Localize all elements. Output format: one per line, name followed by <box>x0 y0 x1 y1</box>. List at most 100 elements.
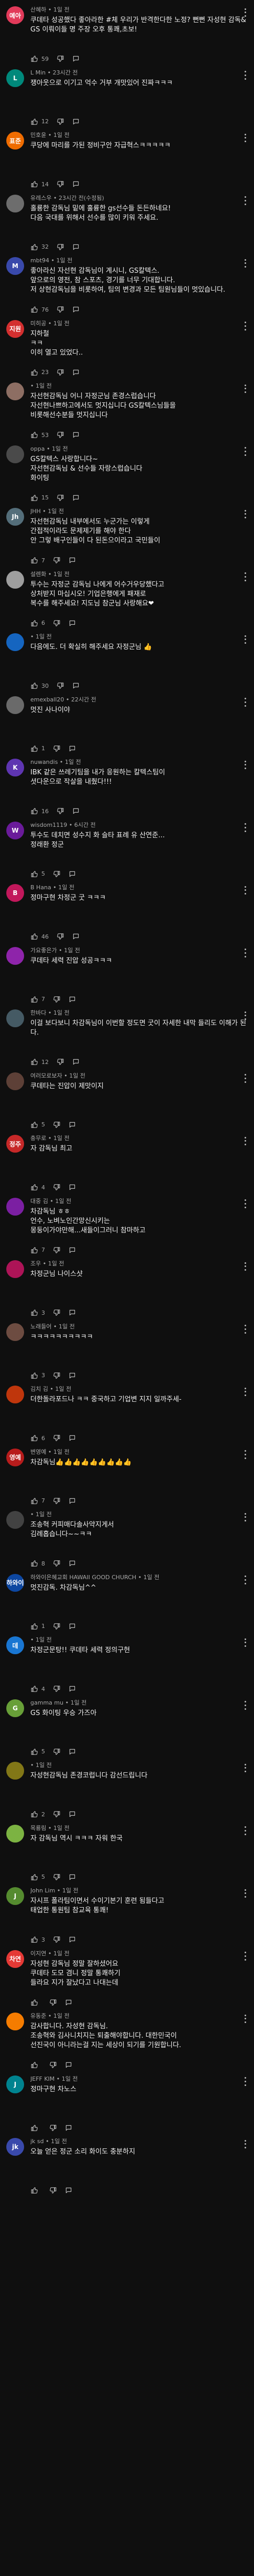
comment-author[interactable]: 조우 <box>30 1260 41 1267</box>
avatar[interactable] <box>6 382 24 400</box>
thumb-down-icon[interactable] <box>56 55 64 63</box>
more-vert-icon[interactable] <box>241 1763 249 1773</box>
avatar[interactable]: jk <box>6 2138 24 2156</box>
comment-reply-icon[interactable] <box>72 55 80 63</box>
avatar[interactable] <box>6 1072 24 1090</box>
thumb-down-icon[interactable] <box>56 1058 64 1066</box>
more-vert-icon[interactable] <box>241 2077 249 2087</box>
thumb-down-icon[interactable] <box>56 305 64 314</box>
thumb-down-icon[interactable] <box>52 1308 61 1317</box>
more-vert-icon[interactable] <box>241 384 249 394</box>
comment-reply-icon[interactable] <box>72 180 80 188</box>
comment-reply-icon[interactable] <box>72 807 80 815</box>
avatar[interactable] <box>6 1824 24 1843</box>
thumb-up-icon[interactable] <box>30 1434 39 1442</box>
thumb-up-icon[interactable] <box>30 1685 39 1693</box>
comment-author[interactable]: 산혜하 <box>30 6 46 13</box>
thumb-down-icon[interactable] <box>56 180 64 188</box>
comment-author[interactable]: JEFF KIM <box>30 2075 54 2082</box>
thumb-up-icon[interactable] <box>30 1497 39 1505</box>
more-vert-icon[interactable] <box>241 697 249 708</box>
thumb-down-icon[interactable] <box>52 1622 61 1631</box>
avatar[interactable] <box>6 946 24 965</box>
avatar[interactable] <box>6 1009 24 1027</box>
avatar[interactable] <box>6 1511 24 1529</box>
comment-author[interactable]: JHH <box>30 508 41 515</box>
thumb-up-icon[interactable] <box>30 995 39 1004</box>
thumb-up-icon[interactable] <box>30 1058 39 1066</box>
thumb-down-icon[interactable] <box>52 1810 61 1818</box>
comment-author[interactable]: nuwandis <box>30 759 58 765</box>
comment-reply-icon[interactable] <box>72 243 80 251</box>
thumb-up-icon[interactable] <box>30 1748 39 1756</box>
comment-author[interactable]: 변영예 <box>30 1449 46 1455</box>
comment-reply-icon[interactable] <box>68 1308 76 1317</box>
avatar[interactable]: 데 <box>6 1636 24 1654</box>
more-vert-icon[interactable] <box>241 509 249 519</box>
thumb-down-icon[interactable] <box>52 1434 61 1442</box>
avatar[interactable] <box>6 1762 24 1780</box>
avatar[interactable]: J <box>6 2075 24 2093</box>
comment-author[interactable]: gamma mu <box>30 1699 63 1706</box>
comment-reply-icon[interactable] <box>68 619 76 627</box>
comment-author[interactable]: 미히공 <box>30 320 46 327</box>
more-vert-icon[interactable] <box>241 1951 249 1962</box>
thumb-down-icon[interactable] <box>49 1998 57 2007</box>
avatar[interactable] <box>6 633 24 651</box>
more-vert-icon[interactable] <box>241 1637 249 1648</box>
thumb-up-icon[interactable] <box>30 2186 39 2195</box>
more-vert-icon[interactable] <box>241 2139 249 2149</box>
avatar[interactable] <box>6 2013 24 2030</box>
avatar[interactable]: 정주 <box>6 1135 24 1153</box>
thumb-down-icon[interactable] <box>52 1559 61 1568</box>
comment-reply-icon[interactable] <box>68 1748 76 1756</box>
more-vert-icon[interactable] <box>241 196 249 206</box>
thumb-up-icon[interactable] <box>30 180 39 188</box>
comment-author[interactable]: John Lim <box>30 1887 55 1894</box>
thumb-up-icon[interactable] <box>30 305 39 314</box>
thumb-down-icon[interactable] <box>56 932 64 941</box>
thumb-up-icon[interactable] <box>30 1559 39 1568</box>
comment-reply-icon[interactable] <box>68 1559 76 1568</box>
avatar[interactable]: 영예 <box>6 1448 24 1466</box>
comment-reply-icon[interactable] <box>72 368 80 377</box>
thumb-down-icon[interactable] <box>56 431 64 439</box>
more-vert-icon[interactable] <box>241 1261 249 1272</box>
comment-reply-icon[interactable] <box>64 1998 73 2007</box>
more-vert-icon[interactable] <box>241 760 249 770</box>
avatar[interactable] <box>6 696 24 714</box>
more-vert-icon[interactable] <box>241 1575 249 1585</box>
more-vert-icon[interactable] <box>241 1073 249 1084</box>
comment-author[interactable]: B Hana <box>30 884 51 891</box>
thumb-down-icon[interactable] <box>56 494 64 502</box>
more-vert-icon[interactable] <box>241 634 249 645</box>
comment-reply-icon[interactable] <box>68 1121 76 1129</box>
avatar[interactable]: 예아 <box>6 6 24 24</box>
comment-reply-icon[interactable] <box>72 431 80 439</box>
more-vert-icon[interactable] <box>241 1700 249 1711</box>
comment-reply-icon[interactable] <box>68 870 76 878</box>
avatar[interactable]: Jh <box>6 508 24 526</box>
thumb-down-icon[interactable] <box>52 1935 61 1944</box>
comment-reply-icon[interactable] <box>72 494 80 502</box>
avatar[interactable] <box>6 570 24 589</box>
thumb-down-icon[interactable] <box>52 1246 61 1254</box>
avatar[interactable] <box>6 1197 24 1216</box>
thumb-up-icon[interactable] <box>30 1622 39 1631</box>
comment-reply-icon[interactable] <box>68 556 76 565</box>
avatar[interactable] <box>6 1323 24 1341</box>
comment-reply-icon[interactable] <box>68 1935 76 1944</box>
avatar[interactable]: J <box>6 1887 24 1905</box>
thumb-up-icon[interactable] <box>30 1998 39 2007</box>
more-vert-icon[interactable] <box>241 7 249 18</box>
avatar[interactable]: G <box>6 1699 24 1717</box>
more-vert-icon[interactable] <box>241 321 249 332</box>
thumb-down-icon[interactable] <box>49 2124 57 2132</box>
avatar[interactable] <box>6 1260 24 1278</box>
avatar[interactable] <box>6 1386 24 1403</box>
more-vert-icon[interactable] <box>241 446 249 457</box>
thumb-up-icon[interactable] <box>30 494 39 502</box>
comment-reply-icon[interactable] <box>68 1873 76 1881</box>
avatar[interactable]: K <box>6 759 24 776</box>
comment-author[interactable]: jk sd <box>30 2138 44 2145</box>
